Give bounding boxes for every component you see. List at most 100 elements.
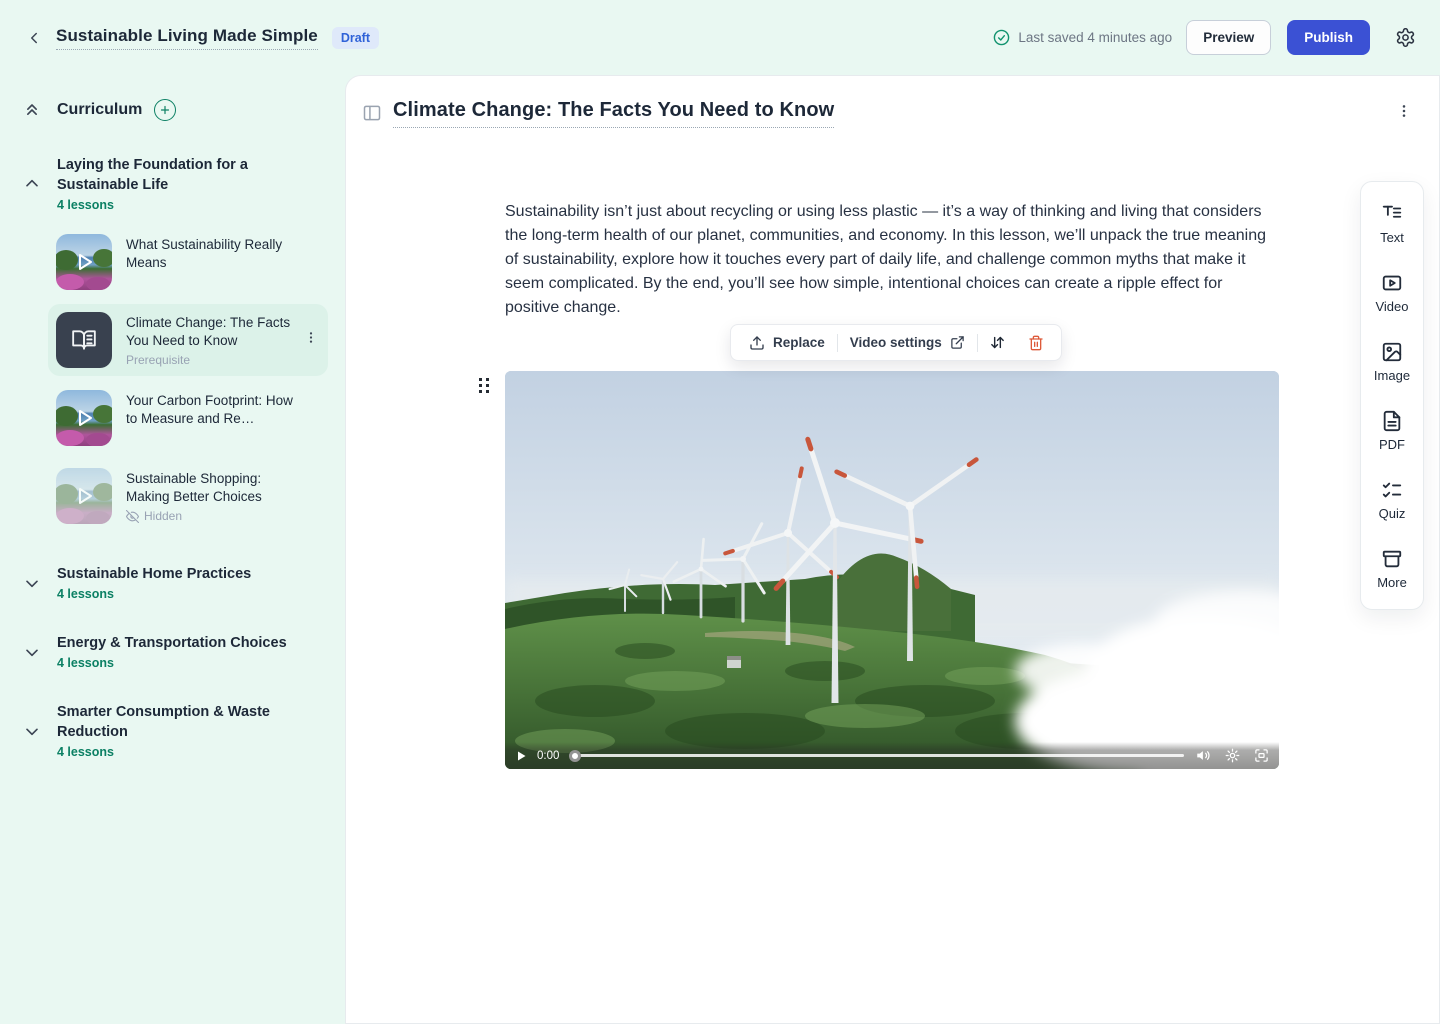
status-badge: Draft [332,27,379,49]
more-blocks-icon [1381,548,1403,570]
chevron-down-icon [22,573,42,593]
pdf-block-icon [1381,410,1403,432]
curriculum-section: Smarter Consumption & Waste Reduction 4 … [0,702,345,759]
video-settings-button[interactable]: Video settings [838,325,977,360]
insert-block-rail: Text Video Image PDF Quiz More [1360,181,1424,610]
insert-text-button[interactable]: Text [1361,203,1423,245]
image-block-icon [1381,341,1403,363]
section-header[interactable]: Smarter Consumption & Waste Reduction 4 … [0,702,345,759]
lesson-meta: Prerequisite [126,353,304,367]
lesson-item[interactable]: What Sustainability Really Means [48,226,328,298]
curriculum-sidebar: Curriculum Laying the Foundation for a S… [0,75,345,1024]
curriculum-section: Laying the Foundation for a Sustainable … [0,155,345,532]
back-button[interactable] [20,24,48,52]
rail-item-label: More [1377,575,1407,590]
sort-arrows-icon [989,334,1006,351]
section-title: Sustainable Home Practices [57,564,307,584]
lesson-title: Your Carbon Footprint: How to Measure an… [126,390,304,428]
insert-quiz-button[interactable]: Quiz [1361,479,1423,521]
upload-icon [749,335,765,351]
player-settings-button[interactable] [1225,748,1240,763]
delete-block-button[interactable] [1017,325,1055,360]
section-lesson-count: 4 lessons [57,198,307,212]
fullscreen-button[interactable] [1254,748,1269,763]
insert-image-button[interactable]: Image [1361,341,1423,383]
rail-item-label: Text [1380,230,1404,245]
chevron-down-icon [22,642,42,662]
chevron-left-icon [25,29,43,47]
play-overlay-icon [56,234,112,290]
reading-thumbnail [56,312,112,368]
section-title: Energy & Transportation Choices [57,633,307,653]
lesson-menu-button[interactable] [1396,103,1412,124]
current-time: 0:00 [537,750,559,762]
save-status-text: Last saved 4 minutes ago [1018,30,1172,45]
lesson-item[interactable]: Your Carbon Footprint: How to Measure an… [48,382,328,454]
lesson-title-input[interactable]: Climate Change: The Facts You Need to Kn… [393,99,834,128]
rail-item-label: Video [1375,299,1408,314]
chevrons-up-icon [22,100,42,120]
lesson-menu-button[interactable] [304,331,318,350]
external-link-icon [950,335,965,350]
chevron-down-icon [22,721,42,741]
lesson-title: Sustainable Shopping: Making Better Choi… [126,468,304,506]
collapse-all-button[interactable] [22,100,42,120]
topbar-actions: Last saved 4 minutes ago Preview Publish [993,20,1420,55]
seek-knob[interactable] [569,750,581,762]
lesson-header: Climate Change: The Facts You Need to Kn… [346,99,1439,139]
eye-off-icon [126,510,139,523]
plus-icon [159,104,171,116]
top-bar: Sustainable Living Made Simple Draft Las… [0,0,1440,75]
section-title: Laying the Foundation for a Sustainable … [57,155,307,195]
video-controls: 0:00 [505,742,1279,769]
section-lesson-count: 4 lessons [57,656,307,670]
lesson-editor: Climate Change: The Facts You Need to Kn… [345,75,1440,1024]
kebab-icon [1396,103,1412,119]
chevron-up-icon [22,174,42,194]
save-status: Last saved 4 minutes ago [993,29,1172,46]
play-overlay-icon [56,468,112,524]
section-header[interactable]: Laying the Foundation for a Sustainable … [0,155,345,212]
video-thumbnail [56,468,112,524]
lesson-item-hidden[interactable]: Sustainable Shopping: Making Better Choi… [48,460,328,532]
add-section-button[interactable] [154,99,176,121]
kebab-icon [304,331,318,345]
publish-button[interactable]: Publish [1287,20,1370,55]
lesson-title: What Sustainability Really Means [126,234,304,272]
curriculum-header: Curriculum [0,99,345,121]
play-icon [515,750,527,762]
lesson-body-text[interactable]: Sustainability isn’t just about recyclin… [505,200,1279,320]
video-player[interactable]: 0:00 [505,371,1279,769]
lesson-item-selected[interactable]: Climate Change: The Facts You Need to Kn… [48,304,328,376]
drag-handle[interactable] [478,377,490,399]
insert-more-button[interactable]: More [1361,548,1423,590]
fullscreen-icon [1254,748,1269,763]
settings-button[interactable] [1390,23,1420,53]
section-header[interactable]: Energy & Transportation Choices 4 lesson… [0,633,345,670]
replace-video-button[interactable]: Replace [737,325,837,360]
seek-track [569,754,1184,757]
section-title: Smarter Consumption & Waste Reduction [57,702,307,742]
trash-icon [1028,335,1044,351]
move-block-button[interactable] [978,325,1017,360]
replace-label: Replace [773,335,825,350]
panel-toggle-icon[interactable] [362,103,382,128]
course-title[interactable]: Sustainable Living Made Simple [56,26,318,50]
insert-pdf-button[interactable]: PDF [1361,410,1423,452]
section-lesson-count: 4 lessons [57,745,307,759]
check-circle-icon [993,29,1010,46]
volume-icon [1196,748,1211,763]
play-overlay-icon [56,390,112,446]
curriculum-title: Curriculum [57,101,142,119]
player-right-controls [1196,748,1269,763]
seek-bar[interactable] [569,749,1184,763]
play-button[interactable] [515,750,527,762]
section-header[interactable]: Sustainable Home Practices 4 lessons [0,564,345,601]
quiz-block-icon [1381,479,1403,501]
preview-button[interactable]: Preview [1186,20,1271,55]
book-open-icon [71,327,97,353]
insert-video-button[interactable]: Video [1361,272,1423,314]
volume-button[interactable] [1196,748,1211,763]
video-thumbnail [56,234,112,290]
rail-item-label: Quiz [1379,506,1406,521]
